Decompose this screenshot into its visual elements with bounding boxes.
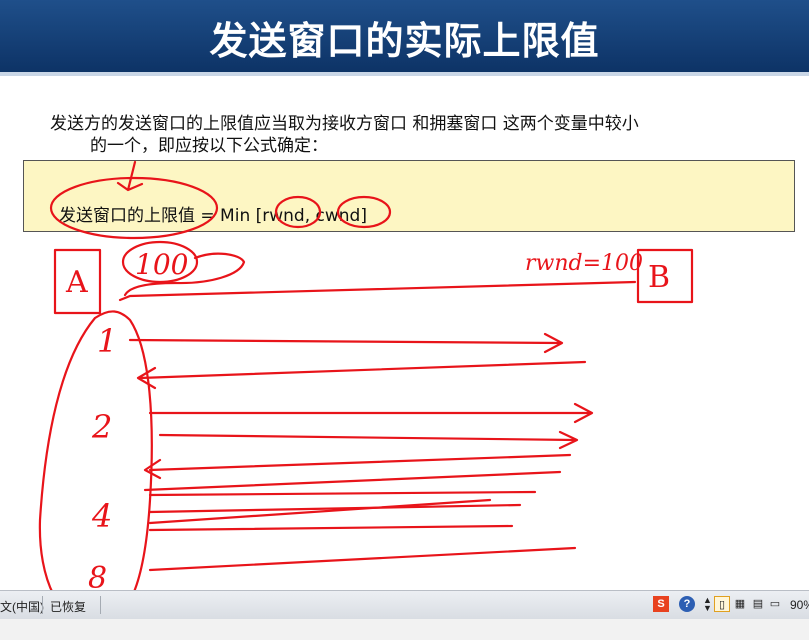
- paragraph-line-2: 的一个，即应按以下公式确定：: [90, 136, 328, 156]
- reading-view-icon[interactable]: ▤: [750, 596, 766, 612]
- normal-view-icon[interactable]: ▯: [714, 596, 730, 612]
- slide-canvas: 发送窗口的实际上限值 发送方的发送窗口的上限值应当取为接收方窗口 和拥塞窗口 这…: [0, 0, 809, 590]
- body-paragraph: 发送方的发送窗口的上限值应当取为接收方窗口 和拥塞窗口 这两个变量中较小 的一个…: [50, 113, 760, 157]
- slide-title: 发送窗口的实际上限值: [209, 19, 600, 63]
- updown-icon[interactable]: ▲ ▼: [703, 596, 712, 613]
- formula-box: 发送窗口的上限值 = Min [rwnd, cwnd]: [23, 160, 795, 232]
- title-banner: 发送窗口的实际上限值: [0, 0, 809, 72]
- title-divider: [0, 72, 809, 76]
- slideshow-icon[interactable]: ▭: [767, 596, 783, 612]
- status-bar: 文(中国) 已恢复 S ? ▲▼ ▯ ▦ ▤ ▭ 90%: [0, 590, 809, 619]
- slide-sorter-icon[interactable]: ▦: [732, 596, 748, 612]
- ime-icon[interactable]: S: [653, 596, 669, 612]
- formula-text: 发送窗口的上限值 = Min [rwnd, cwnd]: [59, 206, 367, 226]
- language-indicator[interactable]: 文(中国): [0, 598, 44, 615]
- zoom-level[interactable]: 90%: [790, 598, 809, 612]
- document-state: 已恢复: [50, 600, 87, 614]
- paragraph-line-1: 发送方的发送窗口的上限值应当取为接收方窗口 和拥塞窗口 这两个变量中较小: [50, 114, 639, 134]
- lower-area: [0, 619, 809, 640]
- help-icon[interactable]: ?: [679, 596, 695, 612]
